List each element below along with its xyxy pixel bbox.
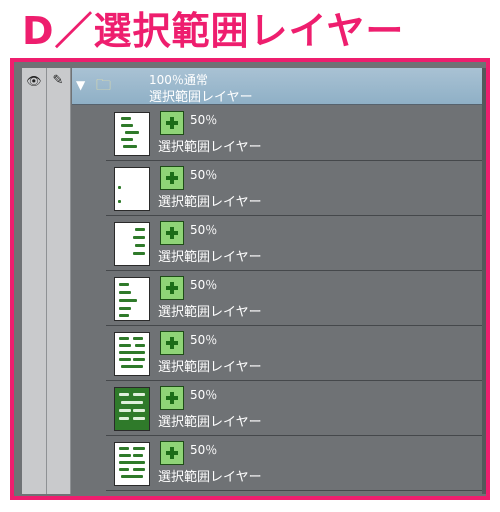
visibility-column bbox=[22, 68, 47, 494]
layer-mask-icon bbox=[160, 221, 184, 245]
chevron-down-icon[interactable]: ▼ bbox=[76, 78, 85, 92]
layer-row[interactable]: 50％ 選択範囲レイヤー bbox=[106, 270, 482, 326]
page-title: D／選択範囲レイヤー bbox=[22, 9, 405, 53]
pen-icon[interactable]: ✎ bbox=[50, 73, 66, 89]
layer-mask-icon bbox=[160, 441, 184, 465]
layer-row[interactable]: 50％ 選択範囲レイヤー bbox=[106, 105, 482, 161]
scrollbar[interactable] bbox=[482, 68, 486, 494]
folder-icon: 🗀 bbox=[96, 76, 112, 94]
layer-name: 選択範囲レイヤー bbox=[158, 140, 262, 155]
layer-opacity: 50％ bbox=[190, 113, 218, 127]
layer-opacity: 50％ bbox=[190, 443, 218, 457]
eye-icon[interactable]: 👁 bbox=[24, 74, 44, 88]
layer-name: 選択範囲レイヤー bbox=[158, 250, 262, 265]
layer-name: 選択範囲レイヤー bbox=[158, 195, 262, 210]
layer-opacity: 50％ bbox=[190, 388, 218, 402]
layer-mask-icon bbox=[160, 111, 184, 135]
layer-opacity: 50％ bbox=[190, 333, 218, 347]
layer-thumbnail bbox=[114, 332, 150, 376]
layer-row[interactable]: 50％ 選択範囲レイヤー bbox=[106, 160, 482, 216]
layer-row[interactable]: 50％ 選択範囲レイヤー bbox=[106, 325, 482, 381]
layer-mask-icon bbox=[160, 331, 184, 355]
layer-mask-icon bbox=[160, 166, 184, 190]
layer-thumbnail bbox=[114, 222, 150, 266]
layer-opacity: 50％ bbox=[190, 223, 218, 237]
layer-row[interactable]: 50％ 選択範囲レイヤー bbox=[106, 380, 482, 436]
edit-lock-column bbox=[47, 68, 71, 494]
layer-thumbnail bbox=[114, 387, 150, 431]
layer-row[interactable]: 50％ 選択範囲レイヤー bbox=[106, 215, 482, 271]
layer-opacity: 50％ bbox=[190, 168, 218, 182]
layer-opacity: 50％ bbox=[190, 278, 218, 292]
layer-thumbnail bbox=[114, 277, 150, 321]
layer-panel: 👁 ✎ ▼ 🗀 100％通常 選択範囲レイヤー 50％ 選択範囲レイヤー 50％… bbox=[10, 58, 490, 500]
layer-name: 選択範囲レイヤー bbox=[158, 305, 262, 320]
layer-name: 選択範囲レイヤー bbox=[158, 360, 262, 375]
layer-thumbnail bbox=[114, 167, 150, 211]
layer-mask-icon bbox=[160, 386, 184, 410]
layer-row[interactable]: 50％ 選択範囲レイヤー bbox=[106, 435, 482, 491]
layer-name: 選択範囲レイヤー bbox=[158, 415, 262, 430]
layer-thumbnail bbox=[114, 112, 150, 156]
folder-name: 選択範囲レイヤー bbox=[149, 90, 253, 105]
layer-name: 選択範囲レイヤー bbox=[158, 470, 262, 485]
layer-thumbnail bbox=[114, 442, 150, 486]
layer-mask-icon bbox=[160, 276, 184, 300]
layer-folder-row[interactable]: ▼ 🗀 100％通常 選択範囲レイヤー bbox=[72, 68, 482, 105]
